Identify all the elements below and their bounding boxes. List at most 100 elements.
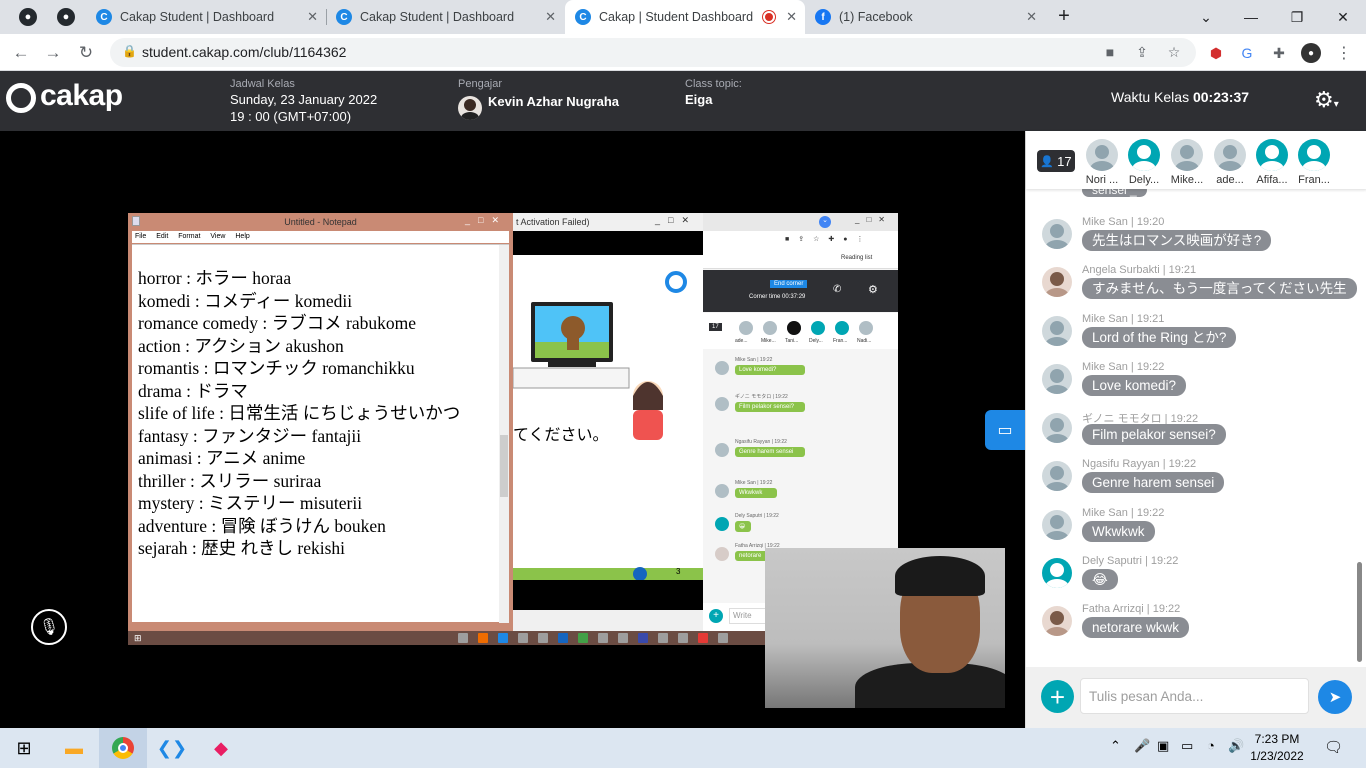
- participant-count-badge[interactable]: 👤 17: [1037, 150, 1075, 172]
- minimize-window-icon[interactable]: —: [1228, 0, 1274, 34]
- notepad-line: adventure : 冒険 ぼうけん bouken: [138, 515, 386, 536]
- slide-dark-strip: [513, 231, 703, 255]
- mini-gear-icon: ⚙: [868, 284, 878, 296]
- message-meta: Mike San | 19:20: [1082, 216, 1165, 228]
- mini-phone-icon: ✆: [833, 284, 842, 295]
- message-bubble: すみません、もう一度言ってください先生: [1082, 278, 1357, 299]
- browser-tab-2[interactable]: C Cakap Student | Dashboard ✕: [326, 0, 564, 34]
- sender-avatar: [1042, 364, 1072, 394]
- close-tab-icon[interactable]: ✕: [545, 9, 556, 25]
- shared-taskbar-app-icon: [558, 633, 568, 643]
- gitkraken-app-icon[interactable]: ◆: [197, 728, 245, 768]
- extensions-puzzle-icon[interactable]: ✚: [1269, 43, 1289, 63]
- send-message-button[interactable]: ➤: [1318, 680, 1352, 714]
- chrome-app-icon[interactable]: [99, 728, 147, 768]
- browser-tab-4[interactable]: f (1) Facebook ✕: [805, 0, 1045, 34]
- mini-name: Dely...: [809, 338, 823, 344]
- tray-mic-icon[interactable]: 🎤: [1134, 738, 1150, 754]
- add-attachment-button[interactable]: +: [1041, 680, 1074, 713]
- shared-taskbar-app-icon: [718, 633, 728, 643]
- facebook-favicon-icon: f: [815, 9, 831, 25]
- camera-icon[interactable]: ■: [1100, 42, 1120, 62]
- battery-icon[interactable]: ▭: [1181, 738, 1193, 754]
- mini-chat-message: Mike San | 19:22 Love komedi?: [711, 357, 805, 375]
- browser-menu-icon[interactable]: ⋮: [1334, 43, 1354, 63]
- tab-search-chevron-icon[interactable]: ⌄: [1183, 0, 1229, 34]
- close-tab-icon[interactable]: ✕: [1026, 9, 1037, 25]
- mini-avatar: [811, 321, 825, 335]
- reload-icon[interactable]: ↻: [75, 42, 97, 64]
- message-bubble: 😂: [1082, 569, 1118, 590]
- chat-message-input[interactable]: [1080, 678, 1309, 714]
- tray-chevron-icon[interactable]: ⌃: [1110, 738, 1121, 754]
- menu-view: View: [210, 233, 226, 240]
- participant-avatar[interactable]: [1214, 139, 1246, 171]
- participant-avatar[interactable]: [1171, 139, 1203, 171]
- volume-icon[interactable]: 🔊: [1228, 738, 1244, 754]
- message-bubble: Love komedi?: [1082, 375, 1187, 396]
- schedule-time: 19 : 00 (GMT+07:00): [230, 109, 352, 124]
- sender-avatar: [1042, 510, 1072, 540]
- mini-msg-avatar: [715, 397, 729, 411]
- vscode-app-icon[interactable]: ❮❯: [148, 728, 196, 768]
- microphone-icon[interactable]: 🎙: [31, 609, 67, 645]
- mini-avatar: [787, 321, 801, 335]
- mini-corner-time: Corner time 00:37:29: [749, 294, 806, 300]
- address-bar[interactable]: 🔒 student.cakap.com/club/1164362 ■ ⇪ ☆: [110, 38, 1196, 67]
- translate-extension-icon[interactable]: G: [1237, 43, 1257, 63]
- message-meta: Mike San | 19:21: [1082, 313, 1165, 325]
- github-pinned-tab-icon[interactable]: ●: [57, 8, 75, 26]
- notepad-line: slife of life : 日常生活 にちじょうせいかつ: [138, 403, 461, 423]
- browser-tab-3-active[interactable]: C Cakap | Student Dashboard ✕: [565, 0, 805, 34]
- file-explorer-icon[interactable]: ▬: [50, 728, 98, 768]
- notifications-icon[interactable]: 🗨: [1324, 738, 1343, 756]
- clock-date: 1/23/2022: [1250, 749, 1304, 763]
- notepad-line: romantis : ロマンチック romanchikku: [138, 358, 415, 378]
- back-arrow-icon[interactable]: ←: [10, 42, 32, 64]
- cakap-slide-logo-icon: [665, 271, 687, 293]
- mini-participants-row: 17 ade... Mike... Tani... Dely... Fran..…: [703, 313, 898, 349]
- participant-avatar[interactable]: [1128, 139, 1160, 171]
- slide-window: t Activation Failed) _□✕ てください。 3: [513, 213, 703, 631]
- notepad-line: mystery : ミステリー misuterii: [138, 493, 363, 513]
- new-tab-plus-icon[interactable]: +: [1054, 5, 1074, 27]
- shared-taskbar-app-icon: [598, 633, 608, 643]
- mini-toolbar-icons: ■⇪☆✚●⋮: [785, 236, 873, 243]
- share-icon[interactable]: ⇪: [1132, 42, 1152, 62]
- wifi-icon[interactable]: ◔: [1207, 738, 1215, 753]
- close-window-icon[interactable]: ✕: [1320, 0, 1366, 34]
- teacher-label: Pengajar: [458, 78, 503, 90]
- participant-avatar[interactable]: [1256, 139, 1288, 171]
- notepad-line: thriller : スリラー suriraa: [138, 470, 322, 491]
- bookmark-star-icon[interactable]: ☆: [1164, 42, 1184, 62]
- forward-arrow-icon[interactable]: →: [42, 42, 64, 64]
- windows-start-icon[interactable]: ⊞: [0, 728, 48, 768]
- message-meta: Mike San | 19:22: [1082, 507, 1165, 519]
- notepad-title: Untitled - Notepad: [284, 217, 357, 227]
- restore-window-icon[interactable]: ❐: [1274, 0, 1320, 34]
- chat-scrollbar[interactable]: [1357, 562, 1362, 662]
- participant-avatar[interactable]: [1298, 139, 1330, 171]
- message-bubble: Film pelakor sensei?: [1082, 424, 1226, 445]
- mini-count-badge: 17: [709, 323, 722, 331]
- close-tab-icon[interactable]: ✕: [307, 9, 318, 25]
- mini-add-icon: +: [709, 609, 723, 623]
- github-pinned-tab-icon[interactable]: ●: [19, 8, 37, 26]
- settings-gear-icon[interactable]: ⚙▾: [1314, 87, 1339, 113]
- browser-tab-1[interactable]: C Cakap Student | Dashboard ✕: [86, 0, 326, 34]
- slide-progress-dot: [633, 567, 647, 581]
- shared-taskbar-app-icon: [698, 633, 708, 643]
- notepad-menubar: File Edit Format View Help: [132, 231, 509, 243]
- participant-avatar[interactable]: [1086, 139, 1118, 171]
- taskbar-clock[interactable]: 7:23 PM 1/23/2022: [1245, 731, 1309, 765]
- message-bubble: Genre harem sensei: [1082, 472, 1225, 493]
- close-tab-icon[interactable]: ✕: [786, 9, 797, 25]
- tab-title: Cakap Student | Dashboard: [120, 10, 275, 24]
- profile-avatar[interactable]: ●: [1301, 43, 1321, 63]
- adblock-extension-icon[interactable]: ⬢: [1206, 43, 1226, 63]
- tray-app-icon[interactable]: ▣: [1157, 738, 1169, 754]
- teacher-name: Kevin Azhar Nugraha: [488, 94, 619, 109]
- mini-name: Tani...: [785, 338, 799, 344]
- chat-toggle-icon[interactable]: ▭: [985, 410, 1025, 450]
- sender-avatar: [1042, 267, 1072, 297]
